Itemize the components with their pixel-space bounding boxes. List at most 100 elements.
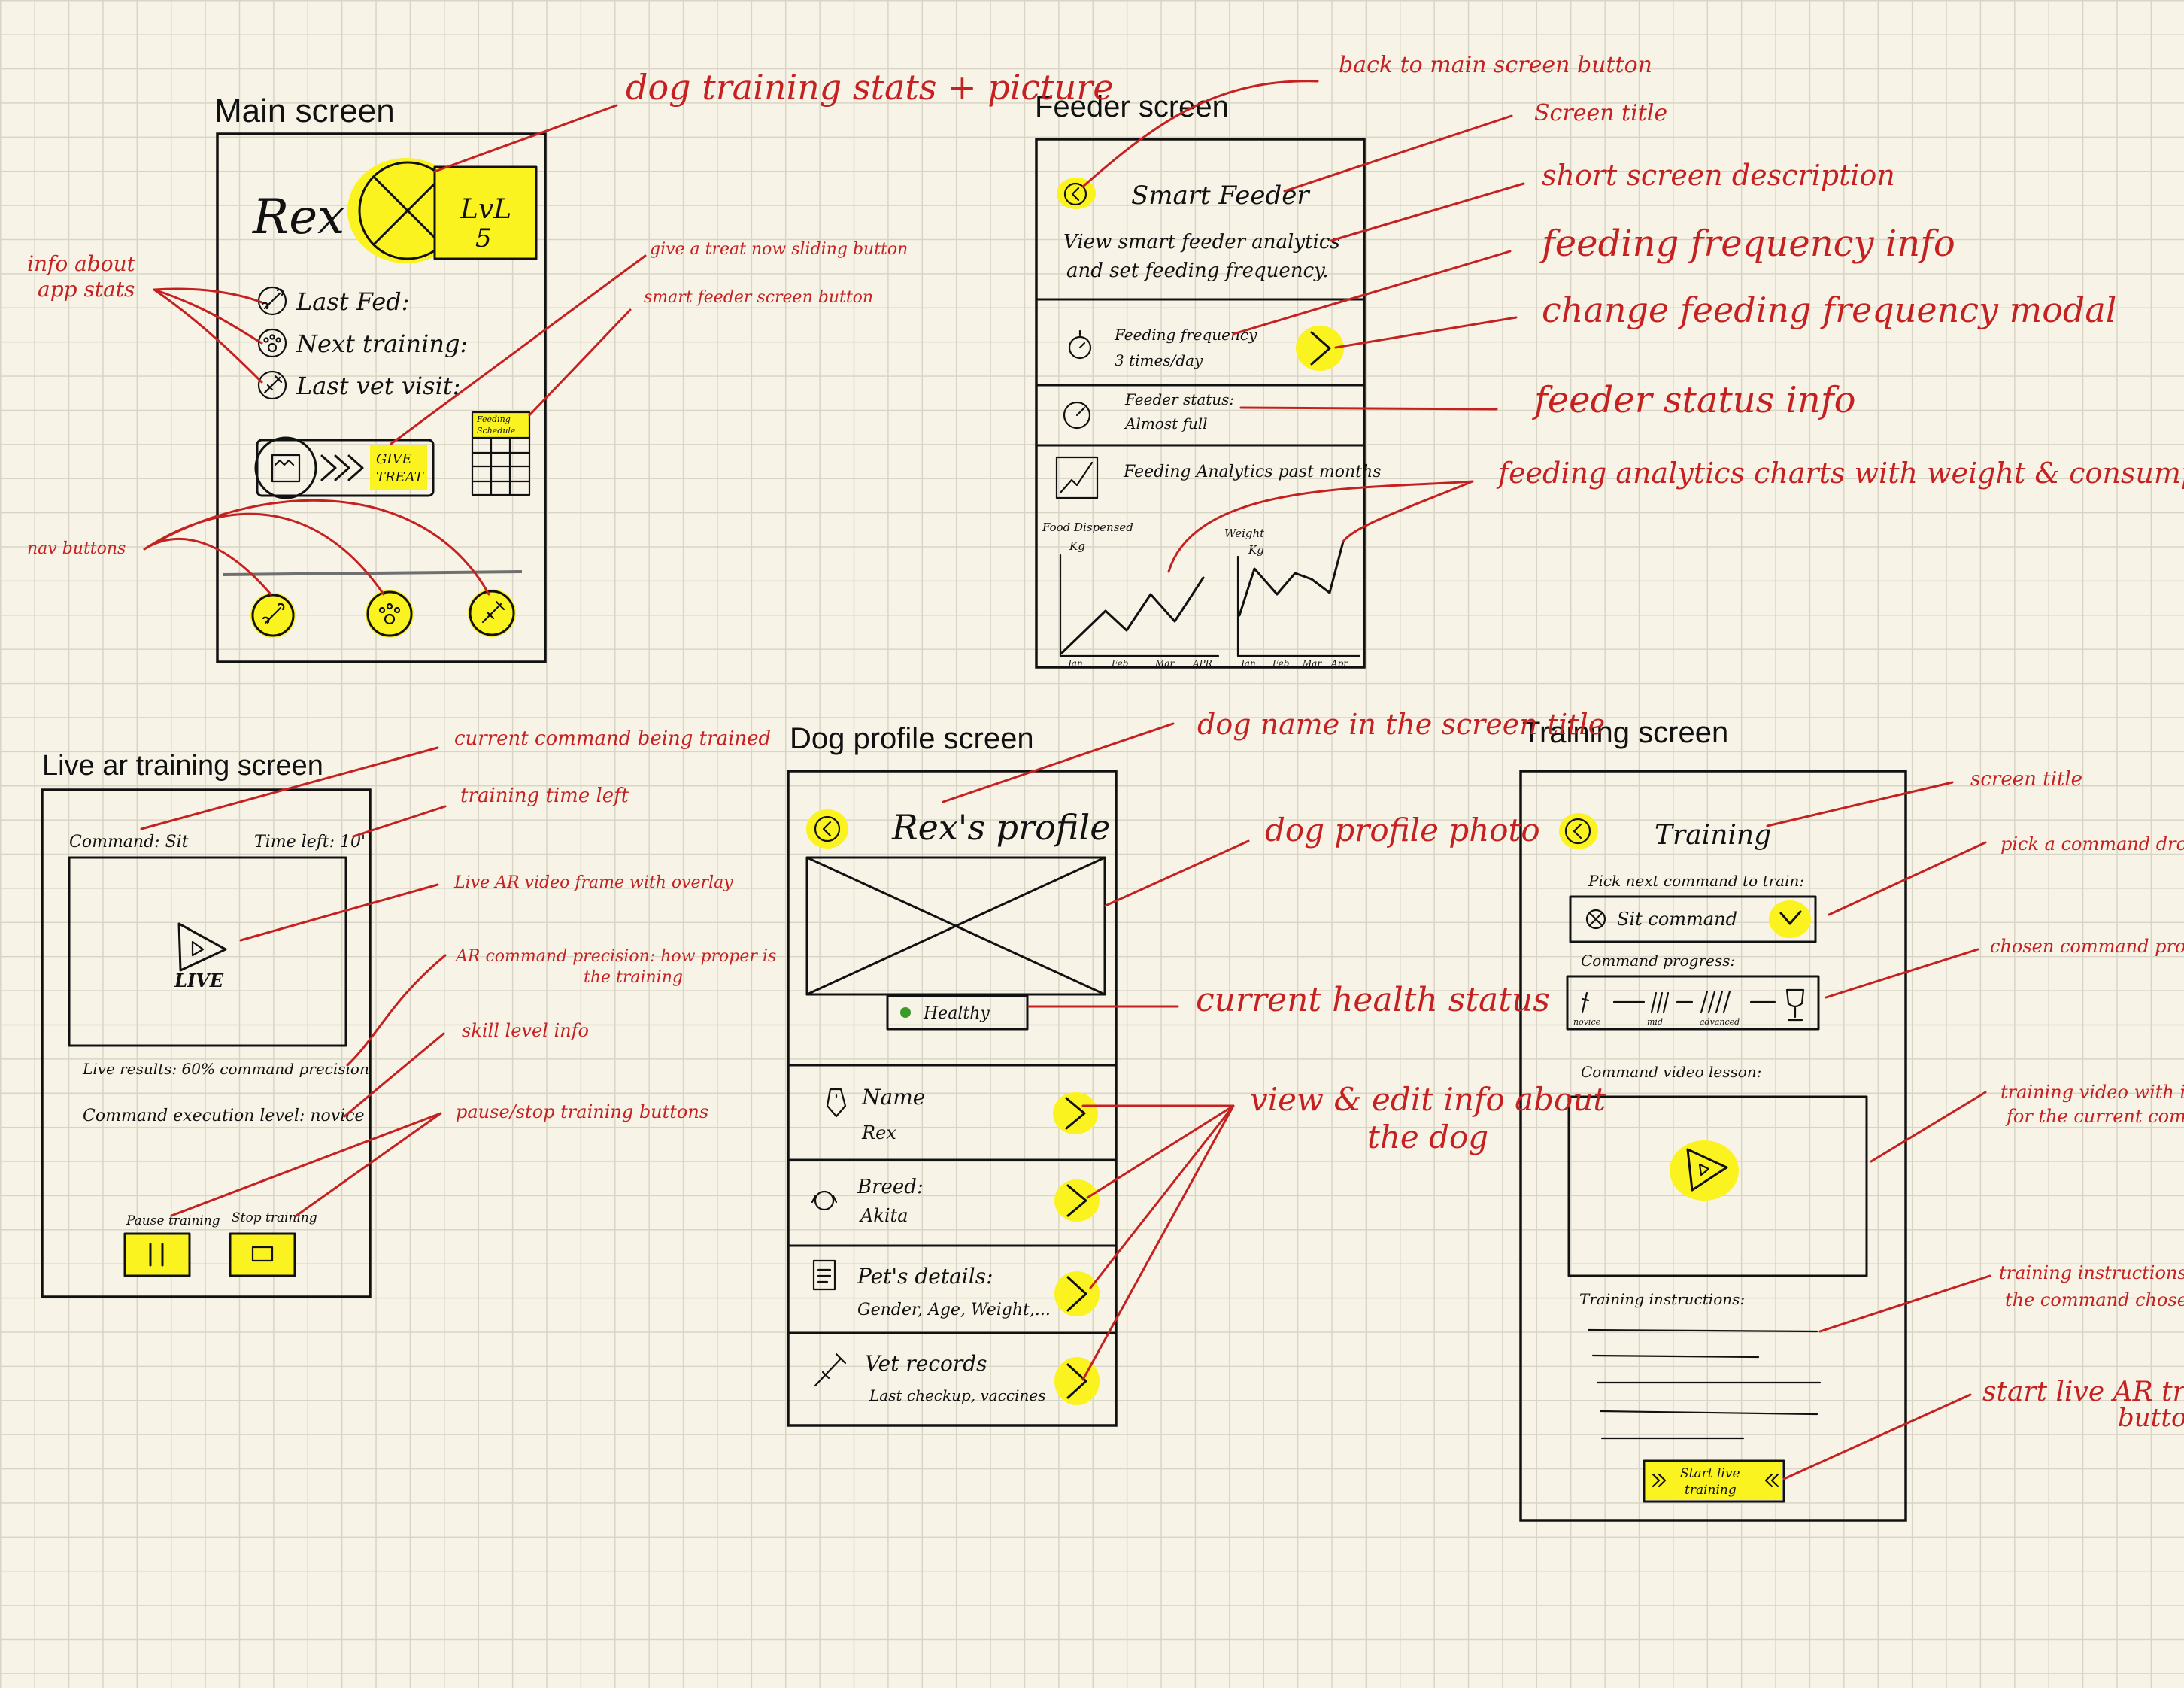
- command-dropdown[interactable]: Sit command: [1569, 895, 1817, 943]
- profile-screen-title: Dog profile screen: [790, 722, 1034, 755]
- row-label: Name: [861, 1085, 925, 1110]
- annotation-text: current health status: [1196, 981, 1550, 1019]
- annotation-leader: [1330, 182, 1525, 242]
- give-treat-slider[interactable]: GIVE TREAT: [254, 436, 435, 499]
- stop-label: Stop training: [232, 1210, 317, 1225]
- feeding-schedule-button[interactable]: Feeding Schedule: [471, 411, 531, 496]
- nav-paw-button[interactable]: [366, 590, 414, 638]
- chart-line: [1060, 576, 1205, 654]
- profile-row-vet[interactable]: Vet records Last checkup, vaccines: [814, 1351, 1100, 1405]
- annotation-text: feeding frequency info: [1539, 223, 1955, 265]
- mid-icon: [1650, 991, 1670, 1014]
- pause-button[interactable]: [123, 1232, 191, 1277]
- annotation-text: dog profile photo: [1265, 812, 1540, 849]
- annotation-text: training instructions for: [1999, 1262, 2184, 1283]
- frequency-label: Feeding frequency: [1114, 326, 1257, 344]
- annotation-leader: [1167, 480, 1474, 573]
- row-label: Breed:: [857, 1176, 924, 1198]
- chart-tick: Mar: [1154, 658, 1175, 669]
- status-label: Feeder status:: [1124, 390, 1234, 408]
- row-value: Gender, Age, Weight,...: [857, 1301, 1051, 1319]
- bone-icon: [261, 288, 284, 310]
- stat-label: Last vet visit:: [296, 372, 460, 400]
- row-value: Akita: [859, 1205, 908, 1226]
- annotation-text: give a treat now sliding button: [650, 240, 908, 259]
- chart-tick: Mar: [1302, 658, 1322, 669]
- live-results: Live results: 60% command precision: [82, 1060, 369, 1078]
- tag-icon: [826, 1088, 847, 1118]
- chart-icon: [1055, 456, 1099, 499]
- annotation-leader: [239, 883, 439, 942]
- level-badge: LvL 5: [433, 165, 538, 260]
- execution-level: Command execution level: novice: [83, 1107, 365, 1125]
- chart-unit: Kg: [1069, 539, 1085, 553]
- live-screen-title: Live ar training screen: [42, 750, 323, 782]
- analytics-row: Feeding Analytics past months: [1055, 456, 1381, 499]
- instruction-lines: [1587, 1328, 1822, 1440]
- back-button[interactable]: [1559, 813, 1598, 849]
- main-screen: Main screen Rex LvL 5 Last Fed: Next tra…: [214, 93, 547, 663]
- nav-syringe-button[interactable]: [468, 589, 516, 637]
- live-training-screen: Live ar training screen Command: Sit Tim…: [41, 750, 372, 1298]
- profile-heading: Rex's profile: [891, 807, 1110, 848]
- feeding-frequency-row[interactable]: Feeding frequency 3 times/day: [1068, 326, 1344, 371]
- treat-icon: [271, 454, 301, 483]
- annotation-text: for the current command: [2005, 1106, 2184, 1127]
- health-dot: [900, 1007, 911, 1018]
- stopwatch-icon: [1068, 329, 1092, 360]
- progress-step: advanced: [1700, 1017, 1740, 1027]
- chart-ylabel: Weight: [1224, 527, 1265, 540]
- annotation-leader: [1334, 316, 1518, 349]
- profile-row-details[interactable]: Pet's details: Gender, Age, Weight,...: [812, 1259, 1100, 1319]
- profile-screen: Dog profile screen Rex's profile Healthy…: [787, 722, 1118, 1427]
- lesson-video[interactable]: [1567, 1095, 1868, 1277]
- syringe-icon: [814, 1353, 847, 1387]
- annotation-text: change feeding frequency modal: [1542, 290, 2116, 330]
- nav-bone-button[interactable]: [250, 593, 296, 638]
- chart-tick: Apr: [1330, 658, 1348, 669]
- command-progress-bar: novice mid advanced: [1566, 975, 1820, 1031]
- annotation-text: short screen description: [1542, 159, 1895, 192]
- profile-row-breed[interactable]: Breed: Akita: [811, 1176, 1100, 1226]
- chevrons-right-icon: [320, 454, 364, 481]
- annotation-text: training time left: [460, 785, 629, 807]
- paw-icon: [263, 334, 281, 353]
- annotation-leader: [1828, 841, 1987, 916]
- annotation-text: smart feeder screen button: [644, 288, 873, 307]
- document-icon: [812, 1259, 836, 1291]
- annotation-text: pause/stop training buttons: [456, 1101, 708, 1122]
- back-button[interactable]: [1057, 178, 1096, 209]
- annotation-text: Screen title: [1534, 100, 1667, 126]
- frequency-value: 3 times/day: [1115, 351, 1203, 369]
- stop-button[interactable]: [229, 1232, 296, 1277]
- back-button[interactable]: [806, 809, 848, 849]
- current-command: Command: Sit: [69, 833, 189, 852]
- start-label: Start live: [1680, 1466, 1740, 1481]
- dropdown-value: Sit command: [1617, 909, 1737, 930]
- feeder-heading: Smart Feeder: [1131, 181, 1310, 211]
- chart-tick: Jan: [1239, 658, 1256, 669]
- chart-tick: Feb: [1272, 658, 1289, 669]
- annotation-leader: [1870, 1091, 1987, 1163]
- health-status-badge: Healthy: [886, 994, 1029, 1031]
- annotation-leader: [1825, 948, 1979, 999]
- dog-icon: [811, 1190, 838, 1211]
- novice-icon: [1581, 991, 1590, 1014]
- annotation-leader: [170, 1112, 442, 1217]
- stat-last-fed: Last Fed:: [257, 286, 409, 316]
- start-live-training-button[interactable]: Start live training: [1643, 1459, 1785, 1503]
- schedule-label: Feeding: [476, 414, 511, 424]
- profile-row-name[interactable]: Name Rex: [826, 1085, 1098, 1143]
- chart-unit: Kg: [1248, 543, 1264, 557]
- annotation-text: chosen command progress: [1990, 936, 2184, 957]
- annotation-leader: [153, 287, 263, 384]
- feeder-description: View smart feeder analytics: [1063, 231, 1340, 254]
- annotation-leader: [1782, 1393, 1972, 1480]
- annotation-leader: [1081, 1104, 1235, 1381]
- annotation-text: skill level info: [462, 1020, 589, 1041]
- feeder-description: and set feeding frequency.: [1066, 260, 1329, 282]
- annotation-text: Live AR video frame with overlay: [453, 873, 733, 892]
- dog-name: Rex: [252, 190, 344, 245]
- annotation-text: view & edit info about: [1250, 1081, 1606, 1118]
- row-value: Rex: [861, 1122, 896, 1143]
